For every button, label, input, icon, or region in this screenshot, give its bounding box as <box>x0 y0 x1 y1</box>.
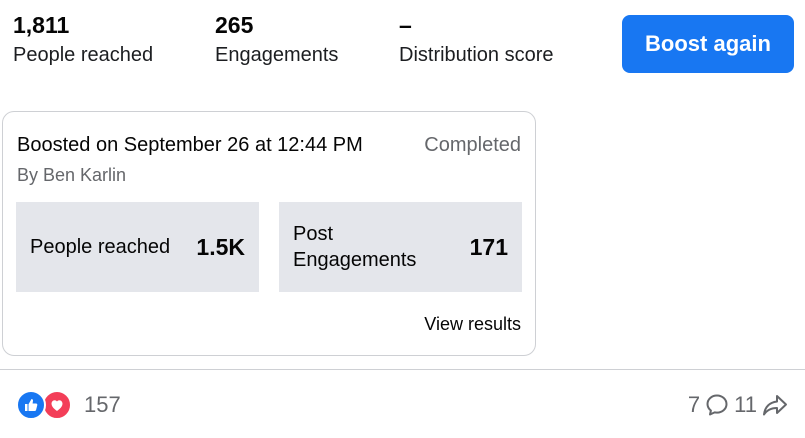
people-reached-stat: 1,811 People reached <box>13 10 153 68</box>
boost-again-button[interactable]: Boost again <box>622 15 794 73</box>
metric-label: People reached <box>30 236 171 258</box>
metric-value: 171 <box>469 233 508 260</box>
metric-post-engagements: Post Engagements 171 <box>279 202 522 292</box>
reaction-count: 157 <box>84 392 121 417</box>
people-reached-label: People reached <box>13 44 154 66</box>
boost-byline: By Ben Karlin <box>17 165 127 185</box>
metric-people-reached: People reached 1.5K <box>16 202 259 292</box>
engagements-value: 265 <box>215 12 254 38</box>
distribution-score-stat: – Distribution score <box>399 10 554 68</box>
distribution-score-label: Distribution score <box>399 44 554 66</box>
engagements-stat: 265 Engagements <box>215 10 338 68</box>
comment-icon[interactable] <box>704 392 730 418</box>
boost-summary-card: Boosted on September 26 at 12:44 PM Comp… <box>2 111 536 356</box>
share-icon[interactable] <box>761 392 789 418</box>
metric-label: Post Engagements <box>293 223 417 271</box>
view-results-link[interactable]: View results <box>424 312 521 336</box>
comment-count[interactable]: 7 <box>688 392 700 418</box>
engagement-counts: 7 11 <box>688 388 793 422</box>
like-icon <box>16 390 46 420</box>
boost-status: Completed <box>424 134 521 156</box>
divider <box>0 369 805 370</box>
people-reached-value: 1,811 <box>13 12 70 38</box>
love-icon <box>42 390 72 420</box>
metric-value: 1.5K <box>196 233 245 260</box>
engagements-label: Engagements <box>215 44 339 66</box>
distribution-score-value: – <box>399 12 412 38</box>
reactions-summary[interactable]: 157 <box>16 388 121 422</box>
boost-date-title: Boosted on September 26 at 12:44 PM <box>17 134 363 156</box>
share-count[interactable]: 11 <box>734 392 757 418</box>
